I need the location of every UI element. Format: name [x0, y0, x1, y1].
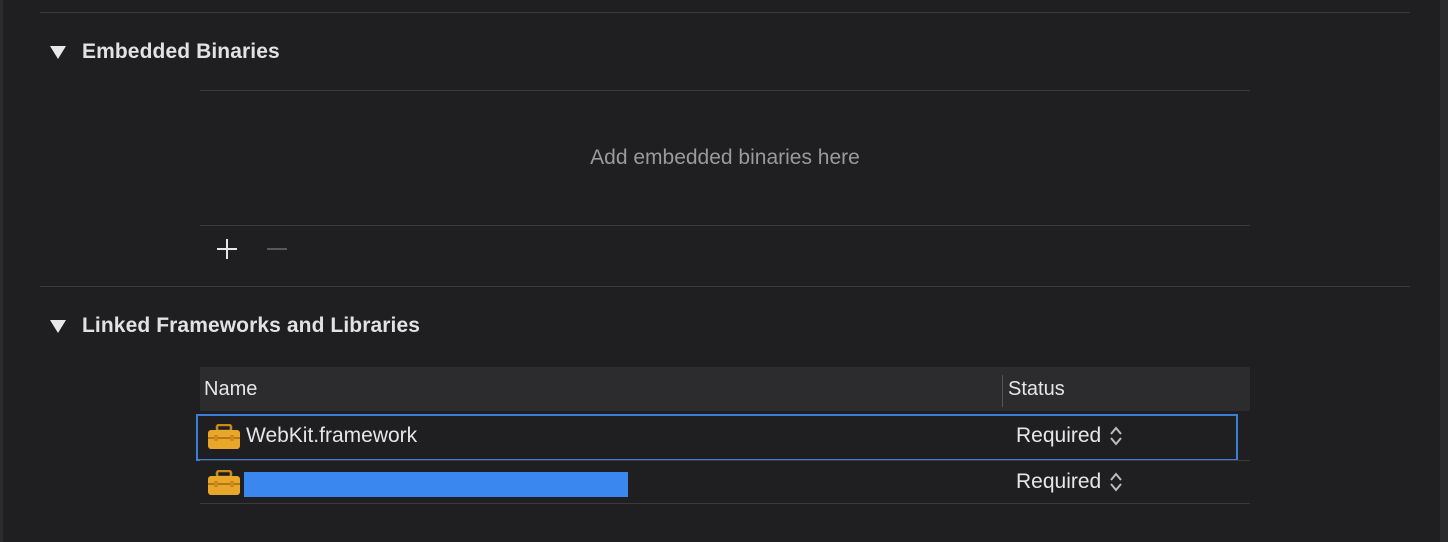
status-value: Required	[1016, 470, 1102, 493]
chevron-up-down-icon	[1110, 472, 1123, 492]
embedded-list-bottom-divider	[200, 225, 1250, 226]
chevron-up-down-icon	[1110, 426, 1123, 446]
table-row[interactable]: Required	[200, 460, 1250, 504]
status-popup-button[interactable]: Required	[1016, 460, 1124, 504]
left-border	[0, 0, 3, 542]
status-value: Required	[1016, 424, 1102, 447]
embedded-binaries-drop-area[interactable]: Add embedded binaries here	[200, 92, 1250, 224]
section-title: Embedded Binaries	[82, 40, 280, 63]
add-embedded-binary-button[interactable]	[212, 234, 242, 264]
embedded-binaries-header[interactable]: Embedded Binaries	[48, 37, 280, 67]
general-settings-panel: Embedded Binaries Add embedded binaries …	[0, 0, 1448, 542]
toolbox-icon	[208, 470, 240, 495]
embedded-list-top-divider	[200, 90, 1250, 91]
column-header-name[interactable]: Name	[204, 367, 257, 411]
section-divider	[40, 286, 1410, 287]
plus-icon	[217, 239, 237, 259]
row-divider	[200, 503, 1250, 504]
table-row[interactable]: WebKit.framework Required	[196, 414, 1238, 461]
remove-embedded-binary-button[interactable]	[262, 234, 292, 264]
disclosure-triangle-icon[interactable]	[48, 42, 68, 62]
framework-name: WebKit.framework	[246, 424, 418, 447]
empty-placeholder: Add embedded binaries here	[590, 146, 860, 169]
redacted-framework-name	[244, 472, 628, 497]
column-divider[interactable]	[1002, 375, 1003, 407]
status-popup-button[interactable]: Required	[1016, 414, 1124, 458]
section-title: Linked Frameworks and Libraries	[82, 314, 421, 337]
toolbox-icon	[208, 424, 240, 449]
disclosure-triangle-icon[interactable]	[48, 316, 68, 336]
column-header-status[interactable]: Status	[1008, 367, 1065, 411]
frameworks-table-header: Name Status	[200, 367, 1250, 411]
right-border	[1440, 0, 1448, 542]
linked-frameworks-header[interactable]: Linked Frameworks and Libraries	[48, 311, 420, 341]
minus-icon	[267, 248, 287, 250]
top-divider	[40, 12, 1410, 13]
